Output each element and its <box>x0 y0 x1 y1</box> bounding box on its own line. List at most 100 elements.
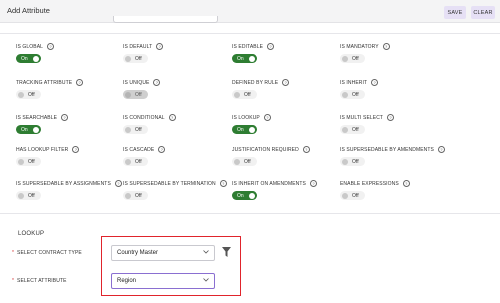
toggle-label: IS LOOKUP? <box>232 114 271 121</box>
toggle-label: IS SUPERSEDABLE BY AMENDMENTS? <box>340 146 445 153</box>
toggle-switch[interactable]: Off <box>16 157 41 166</box>
toggle-switch[interactable]: Off <box>16 191 41 200</box>
toggle-label-text: IS CASCADE <box>123 146 155 153</box>
help-icon[interactable]: ? <box>282 79 290 86</box>
toggle-label-text: IS EDITABLE <box>232 43 264 50</box>
toggle-label: JUSTIFICATION REQUIRED? <box>232 146 310 153</box>
help-icon[interactable]: ? <box>402 180 410 187</box>
toggle-switch[interactable]: Off <box>16 90 41 99</box>
toggle-switch[interactable]: Off <box>232 157 257 166</box>
toggle-state: Off <box>28 192 35 199</box>
contract-type-label: * SELECT CONTRACT TYPE <box>12 250 82 256</box>
toggle-label: ENABLE EXPRESSIONS? <box>340 180 410 187</box>
toggle-knob <box>33 55 39 62</box>
toggle-field: IS DEFAULT? Off <box>123 43 164 63</box>
help-icon[interactable]: ? <box>76 79 84 86</box>
help-icon[interactable]: ? <box>371 79 379 86</box>
help-icon[interactable]: ? <box>302 146 310 153</box>
toggle-state: On <box>21 55 28 62</box>
toggle-switch[interactable]: Off <box>123 157 148 166</box>
toggle-state: Off <box>135 192 142 199</box>
toggle-label-text: ENABLE EXPRESSIONS <box>340 180 399 187</box>
toggle-state: On <box>21 126 28 133</box>
toggle-knob <box>18 91 24 98</box>
toggle-field: IS CASCADE? Off <box>123 146 166 166</box>
toggle-label: HAS LOOKUP FILTER? <box>16 146 80 153</box>
toggle-field: IS GLOBAL? On <box>16 43 55 63</box>
toggle-label: IS EDITABLE? <box>232 43 275 50</box>
toggle-field: IS INHERIT? Off <box>340 79 379 99</box>
toggle-label-text: HAS LOOKUP FILTER <box>16 146 69 153</box>
toggle-switch[interactable]: On <box>16 54 41 63</box>
help-icon[interactable]: ? <box>72 146 80 153</box>
toggle-state: On <box>237 126 244 133</box>
toggle-switch[interactable]: On <box>16 125 41 134</box>
toggle-state: Off <box>352 126 359 133</box>
toggle-state: Off <box>244 91 251 98</box>
toggle-state: Off <box>352 158 359 165</box>
toggle-switch[interactable]: Off <box>340 90 365 99</box>
toggle-switch[interactable]: Off <box>340 191 365 200</box>
toggle-label: IS CONDITIONAL? <box>123 114 176 121</box>
toggle-label-text: IS GLOBAL <box>16 43 44 50</box>
partial-input-field[interactable] <box>113 16 218 23</box>
toggle-state: On <box>237 55 244 62</box>
toggle-label: IS UNIQUE? <box>123 79 161 86</box>
toggle-switch[interactable]: Off <box>123 90 148 99</box>
toggle-knob <box>125 91 131 98</box>
toggle-state: Off <box>352 192 359 199</box>
toggle-switch[interactable]: Off <box>340 54 365 63</box>
toggle-field: TRACKING ATTRIBUTE? Off <box>16 79 84 99</box>
help-icon[interactable]: ? <box>219 180 227 187</box>
toggle-label-text: IS DEFAULT <box>123 43 153 50</box>
help-icon[interactable]: ? <box>263 114 271 121</box>
toggle-knob <box>18 192 24 199</box>
help-icon[interactable]: ? <box>437 146 445 153</box>
save-button[interactable]: SAVE <box>444 6 466 19</box>
toggle-switch[interactable]: Off <box>340 157 365 166</box>
toggle-label: DEFINED BY RULE? <box>232 79 290 86</box>
help-icon[interactable]: ? <box>153 79 161 86</box>
toggle-switch[interactable]: Off <box>123 54 148 63</box>
toggle-field: IS CONDITIONAL? Off <box>123 114 176 134</box>
help-icon[interactable]: ? <box>168 114 176 121</box>
help-icon[interactable]: ? <box>61 114 69 121</box>
help-icon[interactable]: ? <box>267 43 275 50</box>
toggle-knob <box>249 192 255 199</box>
toggle-switch[interactable]: On <box>232 125 257 134</box>
required-marker: * <box>12 250 15 256</box>
help-icon[interactable]: ? <box>309 180 317 187</box>
toggle-state: Off <box>28 158 35 165</box>
help-icon[interactable]: ? <box>47 43 55 50</box>
toggle-field: HAS LOOKUP FILTER? Off <box>16 146 80 166</box>
toggle-field: IS INHERIT ON AMENDMENTS? On <box>232 180 317 200</box>
help-icon[interactable]: ? <box>387 114 395 121</box>
toggle-state: Off <box>244 158 251 165</box>
toggle-label: IS INHERIT ON AMENDMENTS? <box>232 180 317 187</box>
attribute-label: * SELECT ATTRIBUTE <box>12 278 67 284</box>
toggle-switch[interactable]: Off <box>123 191 148 200</box>
toggle-field: IS MULTI SELECT? Off <box>340 114 395 134</box>
toggle-state: Off <box>135 91 142 98</box>
toggle-label-text: IS CONDITIONAL <box>123 114 165 121</box>
toggle-label-text: IS UNIQUE <box>123 79 150 86</box>
highlight-box <box>101 236 241 296</box>
toggle-knob <box>342 91 348 98</box>
help-icon[interactable]: ? <box>156 43 164 50</box>
toggle-field: IS EDITABLE? On <box>232 43 275 63</box>
toggle-knob <box>234 158 240 165</box>
toggle-switch[interactable]: Off <box>123 125 148 134</box>
toggle-switch[interactable]: Off <box>340 125 365 134</box>
toggle-knob <box>342 126 348 133</box>
toggle-label: IS CASCADE? <box>123 146 166 153</box>
toggle-switch[interactable]: Off <box>232 90 257 99</box>
help-icon[interactable]: ? <box>382 43 390 50</box>
toggle-label-text: IS SUPERSEDABLE BY TERMINATION <box>123 180 216 187</box>
toggle-field: IS SUPERSEDABLE BY ASSIGNMENTS? Off <box>16 180 122 200</box>
toggle-switch[interactable]: On <box>232 191 257 200</box>
clear-button[interactable]: CLEAR <box>471 6 495 19</box>
help-icon[interactable]: ? <box>158 146 166 153</box>
help-icon[interactable]: ? <box>114 180 122 187</box>
toggle-switch[interactable]: On <box>232 54 257 63</box>
toggle-label-text: IS SUPERSEDABLE BY AMENDMENTS <box>340 146 434 153</box>
